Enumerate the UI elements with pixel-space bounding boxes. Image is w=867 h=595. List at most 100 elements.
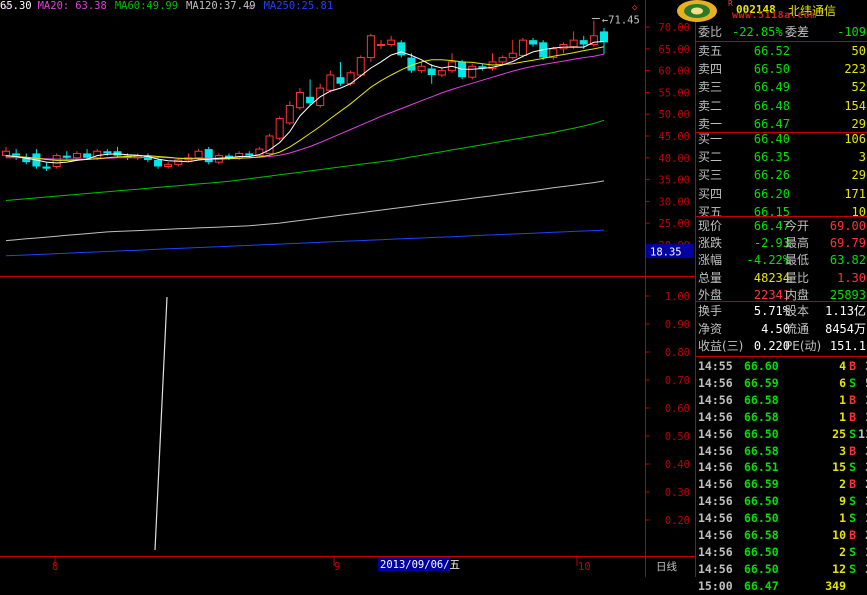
ma10-line (5, 46, 605, 161)
tick-row[interactable]: 14:5566.604B3 (698, 357, 867, 375)
ma120-line (5, 180, 605, 242)
candle-body-down (204, 149, 213, 163)
tick-volume: 25 (832, 426, 846, 441)
ma20-line (6, 53, 605, 160)
cursor-date-label: 2013/09/06/五 (380, 559, 460, 571)
indicator-tick-label: 0.70 (665, 375, 690, 387)
stat-row: 涨幅 -4.22% 最低 63.82 (698, 251, 867, 269)
asks-level-price: 66.52 (753, 44, 790, 58)
tick-volume: 1 (839, 511, 846, 526)
price-tick-label: 55.00 (658, 87, 690, 99)
candle-body-up (366, 35, 375, 59)
r-badge: R (728, 0, 733, 8)
tick-price: 66.58 (744, 409, 779, 424)
stat-label: 总量 (698, 270, 723, 285)
asks-level-price: 66.50 (753, 62, 790, 77)
tick-direction: B (849, 528, 856, 542)
tick-time: 14:56 (698, 494, 733, 509)
tick-direction: S (849, 460, 856, 475)
asks-level-row: 卖二 66.48 154 (698, 97, 867, 115)
candle-body-up (2, 150, 10, 157)
indicator-tick-label: 0.90 (665, 319, 690, 331)
bids-level-row: 买二 66.35 3 (698, 148, 867, 166)
candle-body-down (103, 151, 112, 154)
tick-time: 14:56 (698, 375, 733, 390)
stat-label: 最低 (785, 253, 810, 268)
candle-body-up (508, 52, 517, 59)
indicator-tick-label: 0.80 (665, 347, 690, 359)
high-price-label: ←71.45 (602, 15, 640, 27)
tick-row[interactable]: 14:5666.5810B2 (698, 526, 867, 544)
info-label: PE(动) (785, 339, 822, 353)
asks-level-price: 66.48 (753, 98, 790, 113)
tick-row[interactable]: 14:5666.501S1 (698, 509, 867, 527)
tick-time: 15:00 (698, 578, 733, 593)
tick-direction: B (849, 392, 856, 407)
tick-row[interactable]: 14:5666.5012S3 (698, 560, 867, 578)
bids-level-label: 买二 (698, 150, 723, 165)
candle-body-down (427, 68, 436, 75)
candle-body-up (275, 118, 284, 139)
period-label: 日线 (656, 560, 677, 573)
tick-row[interactable]: 14:5666.596S5 (698, 374, 867, 392)
candle-body-up (518, 39, 527, 56)
tick-row[interactable]: 14:5666.5115S3 (698, 458, 867, 476)
stat-row: 现价 66.47 今开 69.00 (698, 217, 867, 235)
info-label: 换手 (698, 304, 723, 318)
candle-body-up (498, 57, 507, 63)
ma20-value: 63.38 (75, 0, 107, 12)
bids-level-price: 66.40 (753, 132, 790, 146)
tick-direction: B (849, 359, 856, 373)
info-row: 收益(三) 0.220 PE(动) 151.1 (698, 337, 867, 355)
candle-body-down (336, 77, 345, 84)
weibi-label: 委比 (698, 25, 723, 39)
candle-body-up (356, 57, 365, 76)
info-row: 净资 4.50 流通 8454万 (698, 320, 867, 338)
quote-panel: R 002148 北纬通信 www.5118a.com 委比 -22.85% 委… (677, 0, 867, 593)
tick-row[interactable]: 14:5666.581B1 (698, 408, 867, 426)
tick-count: 11 (858, 426, 867, 441)
candle-body-down (154, 159, 163, 167)
candle-body-down (83, 153, 92, 158)
candle-body-down (529, 40, 538, 45)
tick-direction: S (849, 544, 856, 559)
candle-body-down (600, 31, 608, 43)
candle-body-up (417, 65, 426, 72)
stat-label: 今开 (785, 219, 810, 233)
stat-label: 最高 (785, 236, 810, 251)
indicator-line (154, 296, 168, 551)
asks-level-volume: 52 (851, 80, 866, 95)
tick-volume: 2 (839, 544, 846, 559)
bids-level-label: 买一 (698, 132, 723, 146)
tick-volume: 2 (839, 477, 846, 492)
tick-direction: S (849, 494, 856, 509)
stat-label: 现价 (698, 219, 723, 233)
price-tick-label: 50.00 (658, 109, 690, 121)
stat-value: 69.79 (829, 236, 866, 251)
tick-volume: 349 (825, 578, 846, 593)
tick-row[interactable]: 15:00 66.47 349 (698, 577, 867, 595)
tick-price: 66.50 (744, 494, 779, 509)
candle-body-up (326, 74, 335, 91)
price-tick-label: 65.00 (658, 44, 690, 56)
candle-body-down (12, 153, 21, 156)
candle-body-up (468, 65, 477, 78)
ma5-value: 65.30 (0, 0, 32, 12)
tick-time: 14:56 (698, 544, 733, 559)
tick-price: 66.50 (744, 544, 779, 559)
tick-row[interactable]: 14:5666.502S1 (698, 543, 867, 561)
bids-level-row: 买三 66.26 29 (698, 166, 867, 184)
tick-row[interactable]: 14:56 66.50 25S11 (698, 425, 867, 443)
kline-chart-area[interactable]: 70.00 65.00 60.00 55.00 50.00 45.00 40.00 35.00… (0, 0, 695, 577)
kline-chart[interactable]: 70.0065.0060.0055.0050.0045.0040.0035.00… (0, 0, 695, 577)
price-tick-label: 45.00 (658, 131, 690, 143)
tick-row[interactable]: 14:5666.509S3 (698, 492, 867, 510)
tick-row[interactable]: 14:5666.592B2 (698, 475, 867, 493)
candle-body-up (569, 39, 578, 48)
ma5-line (5, 40, 605, 164)
tick-direction: S (849, 511, 856, 526)
tick-row[interactable]: 14:5666.581B1 (698, 391, 867, 409)
candle-body-up (52, 155, 61, 168)
tick-row[interactable]: 14:5666.583B3 (698, 442, 867, 460)
asks-level-price: 66.49 (753, 80, 790, 95)
